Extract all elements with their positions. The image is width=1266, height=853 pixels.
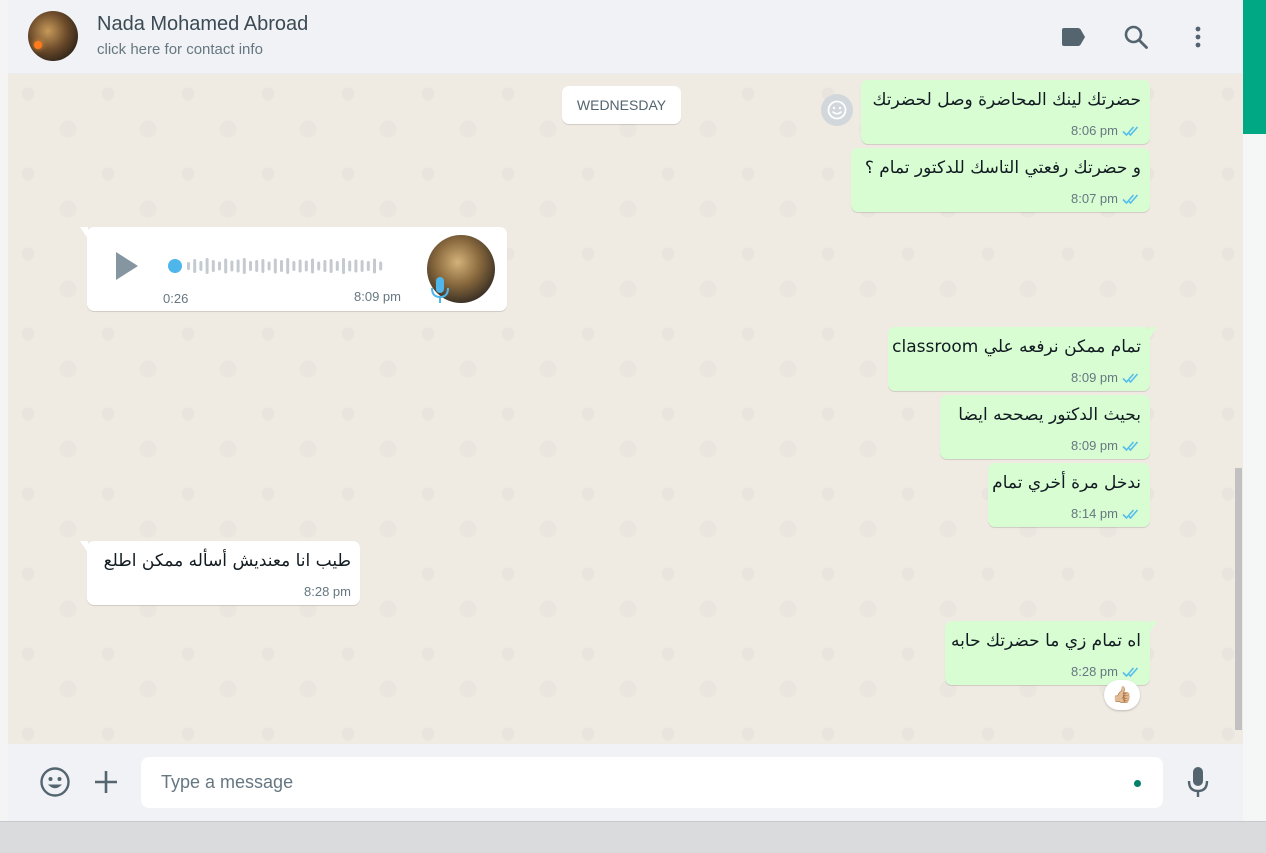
play-icon[interactable]: [111, 249, 141, 283]
outgoing-message[interactable]: و حضرتك رفعتي التاسك للدكتور تمام ؟ 8:07…: [851, 148, 1150, 212]
message-time: 8:09 pm: [1071, 438, 1118, 453]
window-left-edge: [0, 0, 8, 821]
chat-window: Nada Mohamed Abroad click here for conta…: [8, 0, 1243, 821]
message-meta: 8:06 pm: [1071, 123, 1142, 138]
message-meta: 8:14 pm: [1071, 506, 1142, 521]
message-input-box[interactable]: [141, 757, 1163, 808]
message-text: طيب انا معنديش أسأله ممكن اطلع: [103, 551, 351, 571]
message-time: 8:06 pm: [1071, 123, 1118, 138]
attach-plus-icon[interactable]: [88, 764, 124, 800]
message-text: ندخل مرة أخري تمام: [992, 473, 1141, 493]
outgoing-message[interactable]: بحيث الدكتور يصححه ايضا 8:09 pm: [940, 395, 1150, 459]
emoji-icon[interactable]: [37, 764, 73, 800]
outgoing-message[interactable]: حضرتك لينك المحاضرة وصل لحضرتك 8:06 pm: [861, 80, 1150, 144]
contact-name[interactable]: Nada Mohamed Abroad: [97, 13, 308, 36]
composer: [8, 744, 1243, 821]
contact-info-hint[interactable]: click here for contact info: [97, 41, 263, 58]
voice-waveform[interactable]: [167, 255, 397, 277]
message-text: اه تمام زي ما حضرتك حابه: [951, 631, 1141, 651]
incoming-message[interactable]: طيب انا معنديش أسأله ممكن اطلع 8:28 pm: [80, 541, 360, 605]
read-ticks-icon: [1122, 666, 1139, 677]
bubble-tail: [80, 541, 88, 553]
side-accent-strip: [1243, 0, 1266, 134]
message-text: حضرتك لينك المحاضرة وصل لحضرتك: [872, 90, 1141, 110]
read-ticks-icon: [1122, 193, 1139, 204]
outgoing-message[interactable]: ندخل مرة أخري تمام 8:14 pm: [988, 463, 1150, 527]
bubble-tail: [1149, 621, 1157, 633]
status-dot: [1134, 780, 1141, 787]
message-time: 8:14 pm: [1071, 506, 1118, 521]
message-meta: 8:28 pm: [1071, 664, 1142, 679]
outgoing-message[interactable]: اه تمام زي ما حضرتك حابه 8:28 pm: [945, 621, 1157, 685]
mic-icon[interactable]: [1180, 764, 1216, 800]
side-gutter: [1243, 134, 1266, 821]
message-meta: 8:09 pm: [1071, 438, 1142, 453]
mic-icon: [431, 277, 449, 303]
outgoing-message[interactable]: تمام ممكن نرفعه علي classroom 8:09 pm: [888, 327, 1157, 391]
chat-header: Nada Mohamed Abroad click here for conta…: [8, 0, 1243, 74]
read-ticks-icon: [1122, 372, 1139, 383]
search-icon[interactable]: [1121, 22, 1151, 52]
window-bottom-bar: [0, 821, 1266, 853]
message-time: 8:09 pm: [1071, 370, 1118, 385]
message-meta: 8:07 pm: [1071, 191, 1142, 206]
bubble-tail: [1149, 327, 1157, 339]
label-icon[interactable]: [1058, 22, 1088, 52]
bubble-tail: [80, 227, 88, 239]
scrollbar-thumb[interactable]: [1235, 468, 1242, 730]
incoming-voice-message[interactable]: 0:26 8:09 pm: [80, 227, 507, 311]
voice-duration: 0:26: [163, 291, 189, 306]
message-meta: 8:09 pm: [354, 289, 401, 304]
message-time: 8:09 pm: [354, 289, 401, 304]
message-text: و حضرتك رفعتي التاسك للدكتور تمام ؟: [864, 158, 1141, 178]
message-input[interactable]: [161, 757, 1111, 808]
message-time: 8:28 pm: [304, 584, 351, 599]
message-time: 8:07 pm: [1071, 191, 1118, 206]
contact-avatar[interactable]: [28, 11, 78, 61]
read-ticks-icon: [1122, 440, 1139, 451]
message-time: 8:28 pm: [1071, 664, 1118, 679]
message-meta: 8:09 pm: [1071, 370, 1142, 385]
menu-icon[interactable]: [1183, 22, 1213, 52]
read-ticks-icon: [1122, 508, 1139, 519]
message-text: بحيث الدكتور يصححه ايضا: [958, 405, 1141, 425]
message-list: WEDNESDAY حضرتك لينك المحاضرة وصل لحضرتك…: [8, 74, 1243, 744]
message-meta: 8:28 pm: [304, 584, 351, 599]
message-text: تمام ممكن نرفعه علي classroom: [892, 337, 1141, 357]
date-divider: WEDNESDAY: [562, 86, 681, 124]
read-ticks-icon: [1122, 125, 1139, 136]
thumbs-up-reaction[interactable]: 👍🏼: [1104, 680, 1140, 710]
react-emoji-icon[interactable]: [821, 94, 853, 126]
